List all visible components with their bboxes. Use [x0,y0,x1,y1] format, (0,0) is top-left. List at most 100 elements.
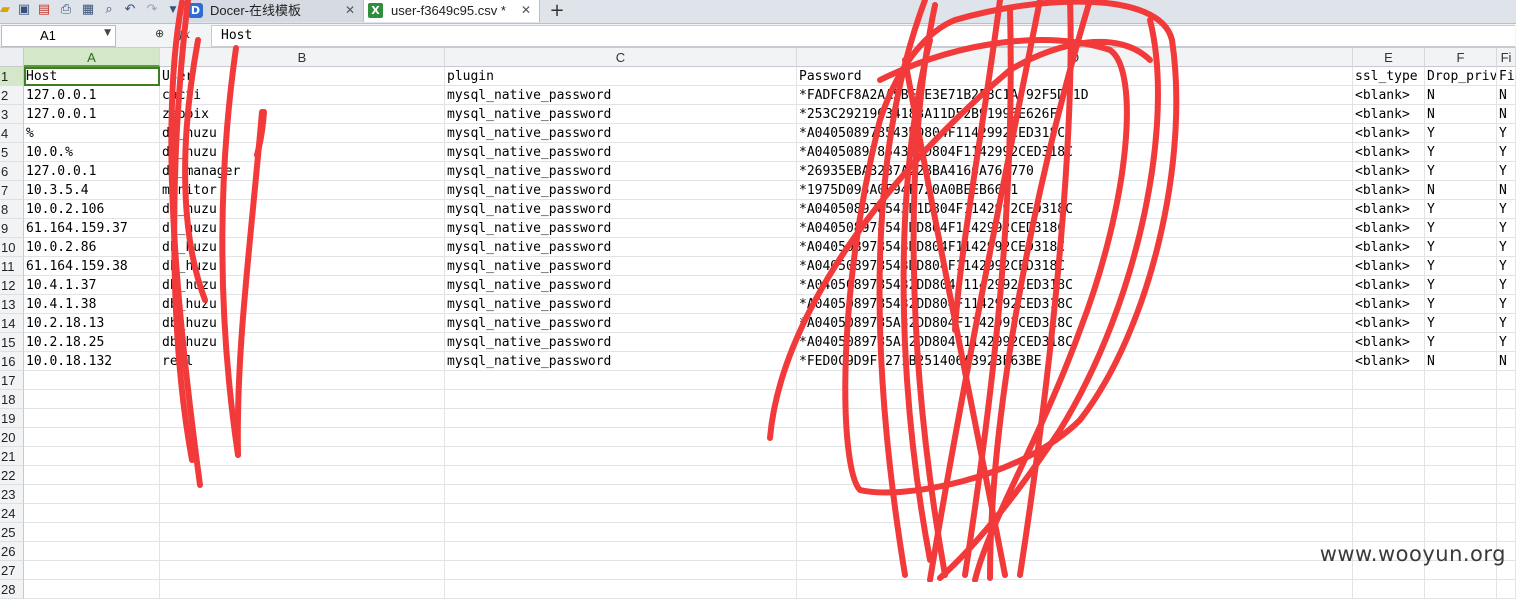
chevron-down-icon[interactable]: ▼ [104,28,111,38]
table-cell[interactable] [1353,485,1425,504]
find-icon[interactable]: ⌕ [101,2,117,18]
column-header-e[interactable]: E [1353,48,1425,67]
table-cell[interactable]: mysql_native_password [445,219,797,238]
table-cell[interactable]: 127.0.0.1 [24,86,160,105]
table-cell[interactable] [160,409,445,428]
table-cell[interactable]: *A0405089785A32DD804F1142992CED318C [797,314,1353,333]
undo-icon[interactable]: ↶ [122,2,138,18]
table-cell[interactable]: <blank> [1353,257,1425,276]
table-cell[interactable] [1425,485,1497,504]
row-header[interactable]: 2 [0,86,24,105]
table-cell[interactable] [1353,447,1425,466]
header-cell[interactable]: Drop_priv [1425,67,1497,86]
table-cell[interactable]: db_huzu [160,124,445,143]
new-tab-plus-icon[interactable]: + [548,0,566,22]
table-cell[interactable] [1353,428,1425,447]
table-cell[interactable]: Y [1497,143,1516,162]
table-cell[interactable]: db_huzu [160,219,445,238]
quick-access-dropdown-icon[interactable]: ▼ [165,2,181,18]
table-cell[interactable] [1497,409,1516,428]
open-icon[interactable]: ▰ [0,2,13,18]
table-cell[interactable]: 10.3.5.4 [24,181,160,200]
table-cell[interactable] [445,504,797,523]
close-icon[interactable]: ✕ [521,0,531,21]
print-icon[interactable]: ⎙ [58,2,74,18]
table-cell[interactable]: *A040508978543DD804F1142992CED318C [797,219,1353,238]
table-cell[interactable]: N [1425,105,1497,124]
table-cell[interactable] [1497,580,1516,599]
table-cell[interactable] [24,561,160,580]
table-cell[interactable] [797,580,1353,599]
table-cell[interactable] [1497,466,1516,485]
row-header[interactable]: 26 [0,542,24,561]
header-cell[interactable]: Fi [1497,67,1516,86]
row-header[interactable]: 18 [0,390,24,409]
table-cell[interactable]: *253C29219034183A11D52B91996E626F [797,105,1353,124]
row-header[interactable]: 25 [0,523,24,542]
table-cell[interactable]: Y [1425,238,1497,257]
table-cell[interactable]: mysql_native_password [445,124,797,143]
table-cell[interactable] [1497,485,1516,504]
table-cell[interactable]: Y [1425,200,1497,219]
table-cell[interactable]: mysql_native_password [445,276,797,295]
table-cell[interactable]: <blank> [1353,124,1425,143]
table-cell[interactable] [24,447,160,466]
row-header[interactable]: 28 [0,580,24,599]
table-cell[interactable]: db_huzu [160,257,445,276]
table-cell[interactable]: N [1497,86,1516,105]
table-cell[interactable]: *A0405089785A32DD804F1142992CED318C [797,333,1353,352]
close-icon[interactable]: ✕ [345,0,355,21]
table-cell[interactable]: Y [1497,257,1516,276]
table-cell[interactable]: *26935EBA3237A228BA4166A76A770 [797,162,1353,181]
table-cell[interactable] [1425,580,1497,599]
table-cell[interactable] [1425,523,1497,542]
table-cell[interactable] [24,466,160,485]
row-header[interactable]: 4 [0,124,24,143]
table-cell[interactable]: 10.0.18.132 [24,352,160,371]
table-cell[interactable] [1353,409,1425,428]
table-cell[interactable] [1497,504,1516,523]
table-cell[interactable] [24,542,160,561]
table-cell[interactable] [797,485,1353,504]
header-cell[interactable]: Password [797,67,1353,86]
table-cell[interactable]: <blank> [1353,143,1425,162]
table-cell[interactable]: Y [1497,333,1516,352]
table-cell[interactable]: mysql_native_password [445,333,797,352]
table-cell[interactable] [797,504,1353,523]
table-cell[interactable] [1425,409,1497,428]
table-cell[interactable]: Y [1497,295,1516,314]
table-cell[interactable]: Y [1425,219,1497,238]
table-cell[interactable] [160,371,445,390]
table-cell[interactable]: 127.0.0.1 [24,162,160,181]
table-cell[interactable] [24,523,160,542]
table-cell[interactable]: Y [1425,143,1497,162]
table-cell[interactable]: N [1497,105,1516,124]
table-cell[interactable] [797,466,1353,485]
table-cell[interactable] [160,504,445,523]
table-cell[interactable]: 10.0.% [24,143,160,162]
zoom-search-icon[interactable]: ⊕ [155,27,169,41]
table-cell[interactable]: mysql_native_password [445,238,797,257]
table-cell[interactable]: db_huzu [160,314,445,333]
header-cell[interactable]: Host [24,67,160,86]
table-cell[interactable]: N [1425,86,1497,105]
table-cell[interactable]: db_huzu [160,200,445,219]
table-cell[interactable]: <blank> [1353,314,1425,333]
table-cell[interactable] [1353,466,1425,485]
table-cell[interactable]: 10.4.1.38 [24,295,160,314]
table-cell[interactable]: repl [160,352,445,371]
table-cell[interactable]: db_huzu [160,276,445,295]
table-cell[interactable] [797,523,1353,542]
table-cell[interactable]: db_huzu [160,143,445,162]
table-cell[interactable]: *A040508978543D1D804F1142992CED318C [797,200,1353,219]
table-cell[interactable]: *FADFCF8A2AA5BEAE3E71B2F3C1A792F5D71D [797,86,1353,105]
column-header-fi[interactable]: Fi [1497,48,1516,67]
table-cell[interactable] [24,504,160,523]
header-cell[interactable]: User [160,67,445,86]
row-header[interactable]: 11 [0,257,24,276]
column-header-b[interactable]: B [160,48,445,67]
table-cell[interactable]: *A040508978543DD804F1142992CED318C [797,257,1353,276]
row-header[interactable]: 19 [0,409,24,428]
header-cell[interactable]: plugin [445,67,797,86]
table-cell[interactable]: Y [1497,162,1516,181]
